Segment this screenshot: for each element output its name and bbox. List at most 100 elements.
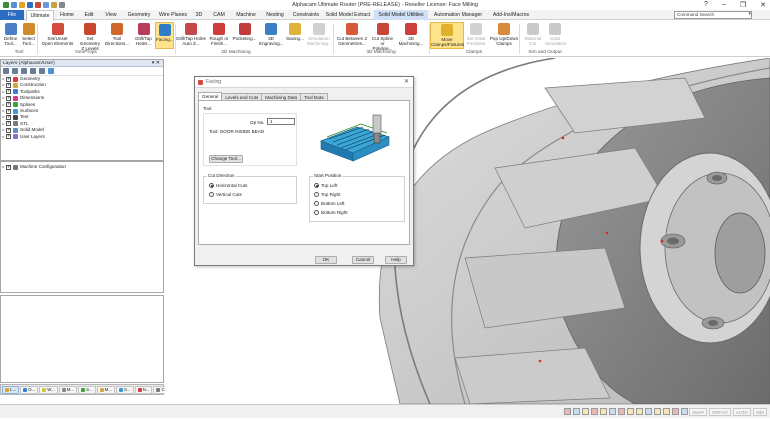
status-mode-auto[interactable]: AUTO — [732, 408, 751, 416]
material-cut-button[interactable]: Material Cut — [523, 22, 543, 49]
panel-tab[interactable]: W... — [39, 386, 58, 394]
ribbon-tab-home[interactable]: Home — [56, 10, 78, 20]
refresh-icon[interactable] — [21, 68, 27, 74]
drill-tap-holes-button[interactable]: Drill/Tap Holes... — [134, 22, 153, 49]
open-layer-icon[interactable] — [12, 68, 18, 74]
set-geometry-z-levels-button[interactable]: Set Geometry Z Levels — [78, 22, 102, 51]
facing-button[interactable]: Facing... — [155, 22, 174, 49]
panel-tab[interactable]: S... — [116, 386, 134, 394]
op-no-input[interactable]: 1 — [267, 118, 295, 125]
visibility-checkbox[interactable] — [6, 114, 11, 120]
panel-tab[interactable]: M... — [58, 386, 78, 394]
status-tool-icon[interactable] — [618, 408, 625, 415]
visibility-checkbox[interactable] — [6, 127, 11, 133]
visibility-checkbox[interactable] — [6, 82, 11, 88]
simulation-machining-button[interactable]: Simulation Machining... — [307, 22, 332, 49]
rough-or-finish-button[interactable]: Rough or Finish... — [208, 22, 230, 49]
status-tool-icon[interactable] — [609, 408, 616, 415]
ribbon-tab-machine[interactable]: Machine — [232, 10, 260, 20]
dialog-tab-levels-and-cuts[interactable]: Levels and Cuts — [221, 93, 263, 100]
define-tool-button[interactable]: Define Tool... — [2, 22, 19, 49]
status-tool-icon[interactable] — [645, 408, 652, 415]
tool-directions-button[interactable]: Tool Directions... — [104, 22, 130, 49]
panel-tab[interactable]: M... — [96, 386, 115, 394]
visibility-checkbox[interactable] — [6, 133, 11, 140]
ribbon-tab-constraints[interactable]: Constraints — [290, 10, 322, 20]
cancel-button[interactable]: Cancel — [352, 256, 374, 264]
radio-button[interactable] — [314, 183, 319, 188]
radio-button[interactable] — [209, 183, 214, 188]
cut-between-2-geometries-button[interactable]: Cut Between 2 Geometries... — [336, 22, 368, 49]
status-mode-snap[interactable]: SNAP — [689, 408, 708, 416]
ribbon-tab-add-ins-macros[interactable]: Add-Ins/Macros — [488, 10, 534, 20]
ribbon-tab-automation-manager[interactable]: Automation Manager — [430, 10, 486, 20]
visibility-checkbox[interactable] — [6, 108, 11, 114]
status-tool-icon[interactable] — [582, 408, 589, 415]
dialog-tab-machining-data[interactable]: Machining Data — [261, 93, 302, 100]
radio-top-right[interactable]: Top Right — [314, 192, 340, 197]
status-mode-ortho[interactable]: ORTHO — [709, 408, 731, 416]
3d-engraving-button[interactable]: 3D Engraving... — [259, 22, 284, 49]
ribbon-tab-ultimate[interactable]: Ultimate — [26, 10, 54, 21]
set-unset-open-elements-button[interactable]: Set/Unset Open Elements — [40, 22, 75, 49]
status-tool-icon[interactable] — [681, 408, 688, 415]
visibility-checkbox[interactable] — [6, 101, 11, 108]
move-down-icon[interactable] — [39, 68, 45, 74]
visibility-checkbox[interactable] — [6, 95, 11, 101]
visibility-checkbox[interactable] — [6, 120, 11, 127]
help-icon[interactable]: ? — [704, 1, 708, 9]
status-tool-icon[interactable] — [591, 408, 598, 415]
ribbon-tab-edit[interactable]: Edit — [80, 10, 98, 20]
radio-top-left[interactable]: Top Left — [314, 183, 337, 188]
panel-tab[interactable]: L... — [2, 386, 20, 394]
visibility-checkbox[interactable] — [6, 88, 11, 95]
radio-button[interactable] — [314, 210, 319, 215]
status-tool-icon[interactable] — [654, 408, 661, 415]
tree-item-machine-config[interactable]: ▸ Machine Configuration — [1, 164, 163, 170]
ribbon-tab-file[interactable]: File — [0, 10, 24, 20]
new-layer-icon[interactable] — [3, 68, 9, 74]
set-initial-positions-button[interactable]: Set Initial Positions — [466, 22, 486, 49]
saving-button[interactable]: Saving... — [285, 22, 305, 49]
radio-vertical-cuts[interactable]: Vertical Cuts — [209, 192, 242, 197]
solid-simulation-button[interactable]: Solid Simulation — [545, 22, 566, 49]
drill-tap-holes-auto-z-button[interactable]: Drill/Tap Holes Auto Z... — [176, 22, 206, 49]
radio-horizontal-cuts[interactable]: Horizontal Cuts — [209, 183, 247, 188]
radio-button[interactable] — [314, 201, 319, 206]
command-search-input[interactable]: Command Search — [674, 11, 752, 19]
filter-icon[interactable] — [48, 68, 54, 74]
checkbox[interactable] — [6, 164, 11, 170]
help-button[interactable]: Help — [385, 256, 407, 264]
ribbon-tab-3d[interactable]: 3D — [192, 10, 206, 20]
pocketing-button[interactable]: Pocketing... — [232, 22, 257, 49]
select-tool-button[interactable]: Select Tool... — [20, 22, 37, 49]
panel-tab[interactable]: O... — [20, 386, 39, 394]
visibility-checkbox[interactable] — [6, 76, 11, 82]
ribbon-tab-solid-model-utilities[interactable]: Solid Model Utilities — [374, 10, 428, 20]
status-tool-icon[interactable] — [672, 408, 679, 415]
minimize-button[interactable]: – — [722, 1, 726, 9]
change-tool-button[interactable]: Change Tool... — [209, 155, 243, 163]
ribbon-tab-nesting[interactable]: Nesting — [262, 10, 288, 20]
move-up-icon[interactable] — [30, 68, 36, 74]
status-tool-icon[interactable] — [600, 408, 607, 415]
panel-tab[interactable]: S... — [78, 386, 96, 394]
ribbon-tab-wire-planes[interactable]: Wire Planes — [156, 10, 190, 20]
status-tool-icon[interactable] — [564, 408, 571, 415]
status-tool-icon[interactable] — [636, 408, 643, 415]
pop-up-down-clamps-button[interactable]: Pop Up/Down Clamps — [488, 22, 520, 49]
ok-button[interactable]: OK — [315, 256, 337, 264]
ribbon-tab-geometry[interactable]: Geometry — [124, 10, 154, 20]
dialog-tab-general[interactable]: General — [198, 92, 223, 100]
panel-tab[interactable]: N... — [134, 386, 153, 394]
radio-bottom-left[interactable]: Bottom Left — [314, 201, 345, 206]
ribbon-tab-view[interactable]: View — [100, 10, 122, 20]
close-button[interactable]: ✕ — [760, 1, 766, 9]
status-tool-icon[interactable] — [627, 408, 634, 415]
status-tool-icon[interactable] — [663, 408, 670, 415]
dialog-tab-tool-data[interactable]: Tool Data — [300, 93, 328, 100]
move-clamps-fixtures-button[interactable]: Move Clamps/Fixtures — [430, 22, 464, 49]
3d-machining-button[interactable]: 3D Machining... — [397, 22, 425, 49]
status-tool-icon[interactable] — [573, 408, 580, 415]
chevron-down-icon[interactable]: ▾ — [748, 11, 751, 17]
